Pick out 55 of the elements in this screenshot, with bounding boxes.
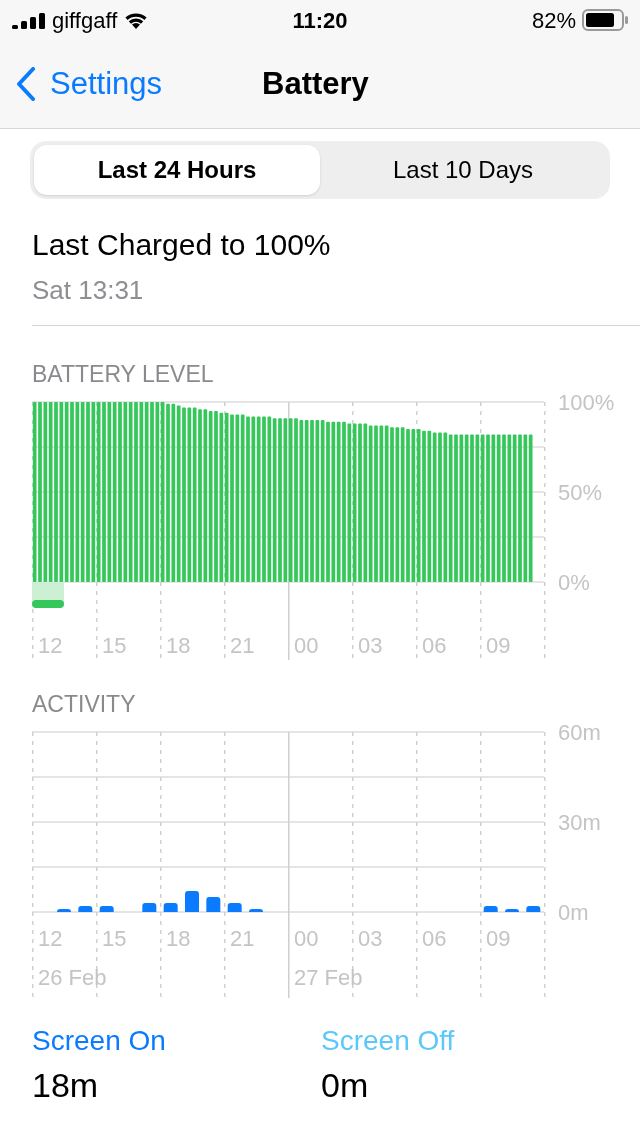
axis-label: 50% — [558, 480, 603, 505]
date-label: 26 Feb — [38, 965, 107, 990]
usage-label: Screen On — [32, 1024, 167, 1058]
axis-label: 18 — [166, 926, 191, 951]
axis-label: 06 — [422, 926, 447, 951]
activity-bar — [249, 909, 263, 912]
date-label: 27 Feb — [294, 965, 363, 990]
axis-label: 21 — [230, 926, 255, 951]
section-header: ACTIVITY — [32, 690, 137, 718]
axis-label: 15 — [102, 633, 127, 658]
back-button[interactable]: Settings — [16, 60, 162, 108]
activity-bar — [142, 903, 157, 912]
activity-bar — [99, 906, 114, 912]
battery-percent: 82% — [531, 6, 576, 35]
axis-label: 03 — [358, 926, 383, 951]
axis-label: 12 — [38, 633, 63, 658]
activity-bar — [505, 909, 519, 912]
activity-bar — [483, 906, 498, 912]
signal-icon — [12, 11, 46, 29]
chevron-left-icon — [16, 67, 36, 101]
section-header: BATTERY LEVEL — [32, 360, 215, 388]
axis-label: 30m — [558, 810, 601, 835]
axis-label: 21 — [230, 633, 255, 658]
axis-label: 15 — [102, 926, 127, 951]
battery-icon — [582, 9, 628, 31]
activity-bar — [185, 891, 199, 912]
activity-bar — [206, 897, 221, 912]
usage-value: 0m — [321, 1065, 370, 1106]
carrier-name: giffgaff — [52, 6, 118, 35]
activity-bar — [57, 909, 71, 912]
axis-label: 0% — [558, 570, 590, 595]
activity-bar — [163, 903, 178, 912]
activity-bar — [227, 903, 242, 912]
charging-indicator — [32, 600, 64, 608]
axis-label: 03 — [358, 633, 383, 658]
last-charged-title: Last Charged to 100% — [32, 227, 332, 263]
axis-label: 09 — [486, 633, 511, 658]
axis-label: 100% — [558, 390, 615, 415]
axis-label: 09 — [486, 926, 511, 951]
last-charged-time: Sat 13:31 — [32, 274, 145, 307]
activity-bar — [526, 906, 541, 912]
axis-label: 0m — [558, 900, 589, 925]
segment-tab[interactable]: Last 10 Days — [320, 145, 606, 195]
axis-label: 12 — [38, 926, 63, 951]
page-title: Battery — [262, 64, 369, 103]
axis-label: 00 — [294, 926, 319, 951]
activity-bar — [78, 906, 93, 912]
clock-time: 11:20 — [292, 6, 348, 35]
axis-label: 06 — [422, 633, 447, 658]
axis-label: 00 — [294, 633, 319, 658]
usage-label: Screen Off — [321, 1024, 456, 1058]
segment-tab[interactable]: Last 24 Hours — [34, 145, 320, 195]
axis-label: 60m — [558, 720, 601, 745]
axis-label: 18 — [166, 633, 191, 658]
usage-value: 18m — [32, 1065, 100, 1106]
